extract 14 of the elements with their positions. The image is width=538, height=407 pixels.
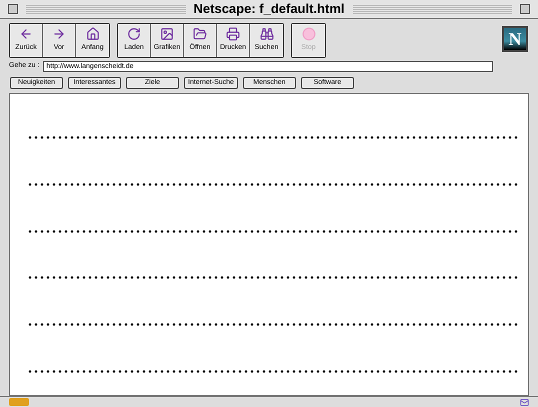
reload-icon <box>127 27 141 42</box>
netscape-logo: N <box>502 26 528 52</box>
printer-icon <box>226 27 240 42</box>
folder-icon <box>193 27 207 42</box>
house-icon <box>86 27 100 42</box>
binoculars-icon <box>260 27 274 42</box>
right-arrow-icon <box>52 27 66 42</box>
stop-icon <box>302 27 316 42</box>
image-icon <box>160 27 174 42</box>
window-title: Netscape: f_default.html <box>194 0 344 18</box>
security-key-icon <box>9 398 29 406</box>
zoom-box[interactable] <box>520 4 530 14</box>
close-box[interactable] <box>8 4 18 14</box>
mail-icon[interactable] <box>520 398 529 406</box>
